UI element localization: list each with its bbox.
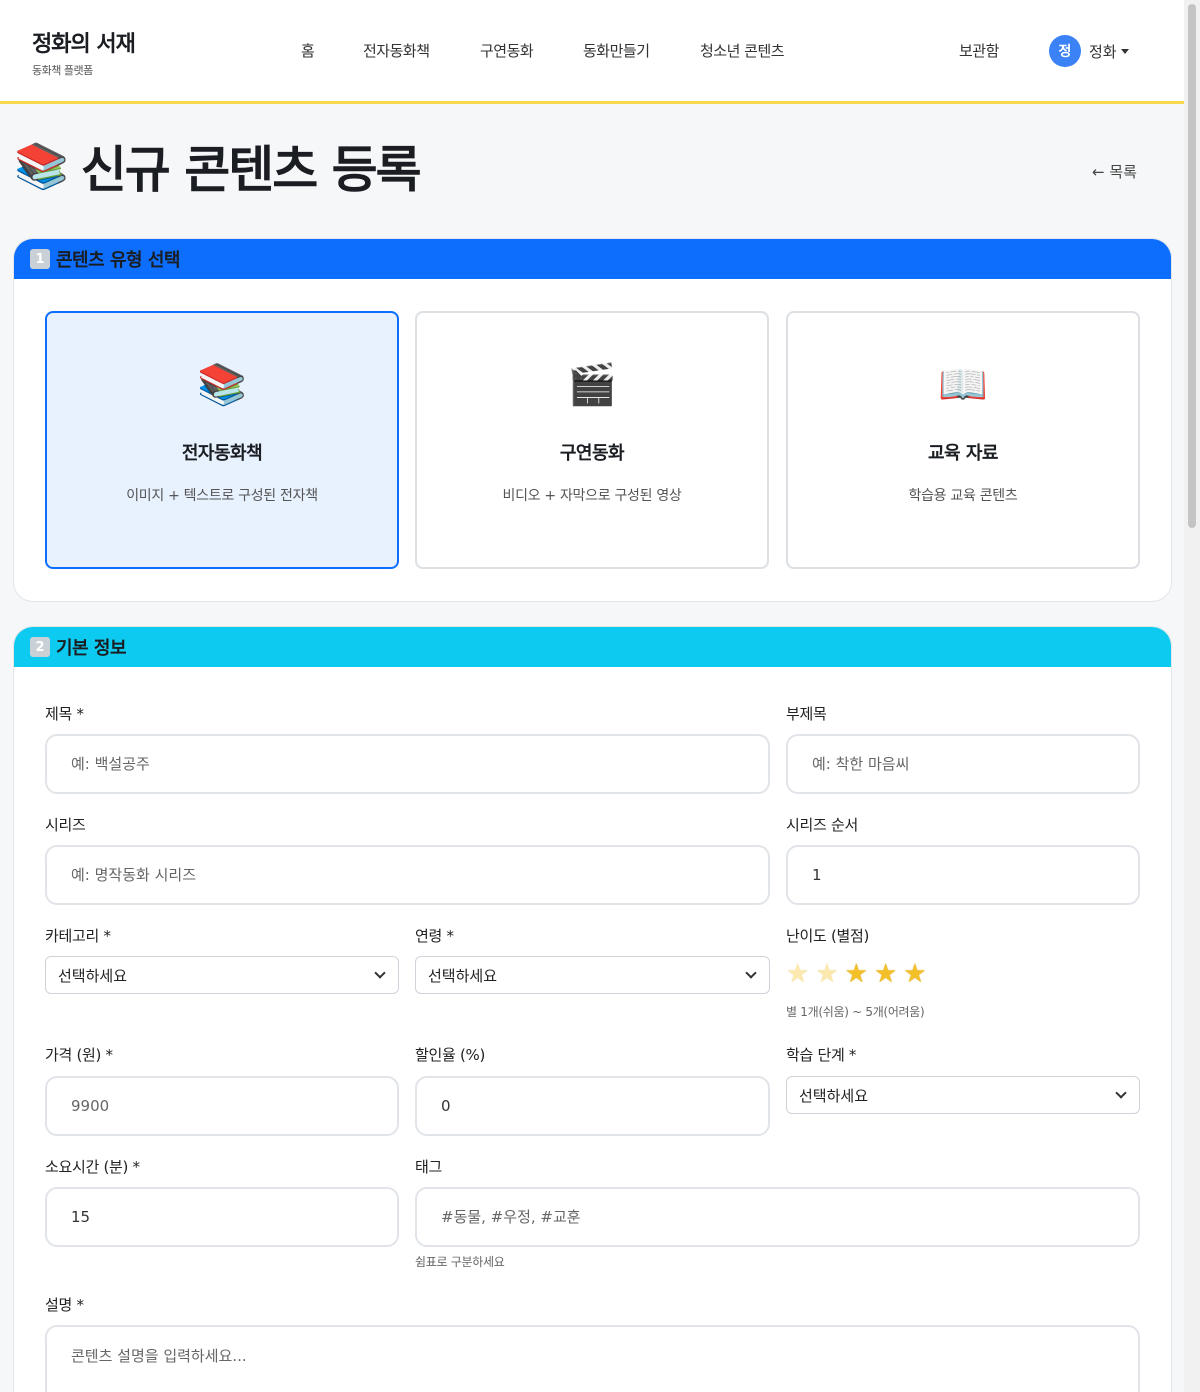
series-order-label: 시리즈 순서 (786, 816, 858, 834)
tags-label: 태그 (415, 1158, 443, 1176)
tags-input[interactable] (415, 1187, 1140, 1247)
type-option-title: 구연동화 (559, 443, 625, 464)
type-option-desc: 학습용 교육 콘텐츠 (908, 488, 1018, 504)
brand-logo[interactable]: 정화의 서재 동화책 플랫폼 (32, 26, 136, 78)
star-icon[interactable]: ★ (903, 959, 926, 989)
nav-home[interactable]: 홈 (301, 40, 315, 61)
top-navbar: 정화의 서재 동화책 플랫폼 홈 전자동화책 구연동화 동화만들기 청소년 콘텐… (0, 0, 1184, 104)
series-label: 시리즈 (45, 816, 86, 834)
section-title: 기본 정보 (56, 638, 127, 659)
section-header: 1 콘텐츠 유형 선택 (14, 239, 1171, 279)
star-icon[interactable]: ★ (815, 959, 838, 989)
age-select-value: 선택하세요 (428, 966, 498, 985)
section-title: 콘텐츠 유형 선택 (56, 250, 180, 271)
category-select[interactable]: 선택하세요 (45, 956, 399, 994)
nav-storytelling[interactable]: 구연동화 (480, 40, 534, 61)
section-number-badge: 1 (30, 249, 50, 269)
chevron-down-icon (1115, 1087, 1127, 1099)
avatar: 정 (1049, 35, 1081, 67)
subtitle-label: 부제목 (786, 705, 827, 723)
brand-title: 정화의 서재 (32, 32, 136, 57)
age-select[interactable]: 선택하세요 (415, 956, 770, 994)
category-label: 카테고리 * (45, 927, 111, 945)
series-input[interactable] (45, 845, 770, 905)
discount-input[interactable] (415, 1076, 770, 1136)
scrollbar-thumb[interactable] (1188, 4, 1196, 528)
section-header: 2 기본 정보 (14, 627, 1171, 667)
type-option-education[interactable]: 📖 교육 자료 학습용 교육 콘텐츠 (786, 311, 1140, 569)
difficulty-hint: 별 1개(쉬움) ~ 5개(어려움) (786, 1005, 925, 1019)
difficulty-label: 난이도 (별점) (786, 927, 870, 945)
content-type-card: 1 콘텐츠 유형 선택 📚 전자동화책 이미지 + 텍스트로 구성된 전자책 🎬… (13, 238, 1172, 602)
scrollbar[interactable] (1184, 0, 1200, 1392)
discount-label: 할인율 (%) (415, 1046, 486, 1064)
chevron-down-icon (374, 967, 386, 979)
type-option-title: 교육 자료 (927, 443, 999, 464)
level-select[interactable]: 선택하세요 (786, 1076, 1140, 1114)
back-to-list-link[interactable]: ← 목록 (1092, 161, 1137, 182)
basic-info-card: 2 기본 정보 제목 * 부제목 시리즈 시리즈 순서 카테고리 * 선택하세요… (13, 626, 1172, 1392)
level-select-value: 선택하세요 (799, 1086, 869, 1105)
difficulty-rating[interactable]: ★ ★ ★ ★ ★ (786, 959, 927, 989)
star-icon[interactable]: ★ (845, 959, 868, 989)
title-label: 제목 * (45, 705, 84, 723)
age-label: 연령 * (415, 927, 454, 945)
books-icon: 📚 (14, 141, 69, 192)
tags-hint: 쉼표로 구분하세요 (415, 1255, 505, 1269)
price-label: 가격 (원) * (45, 1046, 113, 1064)
description-label: 설명 * (45, 1296, 84, 1314)
duration-input[interactable] (45, 1187, 399, 1247)
subtitle-input[interactable] (786, 734, 1140, 794)
user-name: 정화 (1089, 42, 1117, 61)
type-option-desc: 비디오 + 자막으로 구성된 영상 (502, 488, 682, 504)
duration-label: 소요시간 (분) * (45, 1158, 140, 1176)
clapper-board-icon: 🎬 (567, 362, 617, 408)
nav-story-maker[interactable]: 동화만들기 (583, 40, 650, 61)
nav-storage[interactable]: 보관함 (959, 40, 999, 61)
title-input[interactable] (45, 734, 770, 794)
caret-down-icon (1120, 48, 1129, 54)
section-number-badge: 2 (30, 637, 50, 657)
type-option-ebook[interactable]: 📚 전자동화책 이미지 + 텍스트로 구성된 전자책 (45, 311, 399, 569)
description-textarea[interactable] (45, 1325, 1140, 1392)
page-title-text: 신규 콘텐츠 등록 (80, 141, 422, 199)
page-title: 📚 신규 콘텐츠 등록 (14, 130, 422, 202)
user-menu[interactable]: 정 정화 (1049, 35, 1129, 67)
star-icon[interactable]: ★ (874, 959, 897, 989)
price-input[interactable] (45, 1076, 399, 1136)
category-select-value: 선택하세요 (58, 966, 128, 985)
nav-ebooks[interactable]: 전자동화책 (363, 40, 430, 61)
type-option-desc: 이미지 + 텍스트로 구성된 전자책 (126, 488, 318, 504)
chevron-down-icon (745, 967, 757, 979)
books-icon: 📚 (197, 362, 247, 408)
open-book-icon: 📖 (938, 362, 988, 408)
series-order-input[interactable] (786, 845, 1140, 905)
star-icon[interactable]: ★ (786, 959, 809, 989)
type-option-storytelling[interactable]: 🎬 구연동화 비디오 + 자막으로 구성된 영상 (415, 311, 769, 569)
level-label: 학습 단계 * (786, 1046, 857, 1064)
brand-subtitle: 동화책 플랫폼 (32, 64, 93, 77)
nav-teen-content[interactable]: 청소년 콘텐츠 (700, 40, 785, 61)
type-option-title: 전자동화책 (181, 443, 263, 464)
